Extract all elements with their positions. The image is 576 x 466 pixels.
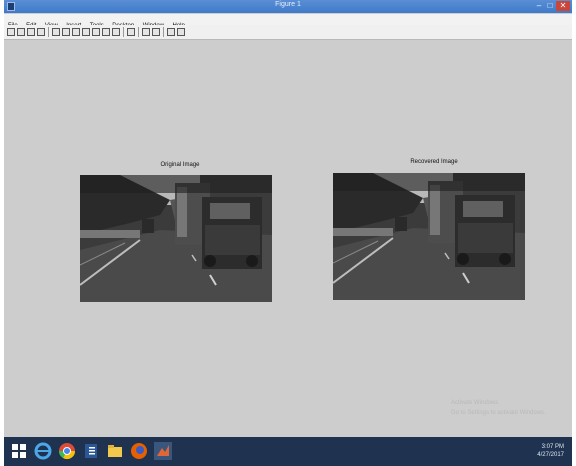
recovered-image <box>333 173 525 300</box>
show-plot-tools-icon[interactable] <box>177 28 185 36</box>
link-plot-icon[interactable] <box>127 28 135 36</box>
figure-window: Figure 1 – □ ✕ File Edit View Insert Too… <box>4 0 572 466</box>
menu-bar: File Edit View Insert Tools Desktop Wind… <box>4 14 572 29</box>
clock-time: 3:07 PM <box>541 444 564 450</box>
toolbar-separator <box>138 27 139 37</box>
activation-watermark-subtitle: Go to Settings to activate Windows. <box>451 410 546 416</box>
print-icon[interactable] <box>37 28 45 36</box>
toolbar-separator <box>48 27 49 37</box>
legend-icon[interactable] <box>152 28 160 36</box>
window-title: Figure 1 <box>275 1 301 8</box>
recovered-road-photo <box>333 173 525 300</box>
pan-icon[interactable] <box>82 28 90 36</box>
close-button[interactable]: ✕ <box>556 1 570 11</box>
original-road-photo <box>80 175 272 302</box>
clock-date: 4/27/2017 <box>537 452 564 458</box>
open-file-icon[interactable] <box>17 28 25 36</box>
minimize-button[interactable]: – <box>534 1 544 11</box>
chrome-icon[interactable] <box>58 442 76 460</box>
activation-watermark-title: Activate Windows <box>451 400 499 406</box>
new-figure-icon[interactable] <box>7 28 15 36</box>
system-clock[interactable]: 3:07 PM 4/27/2017 <box>537 443 564 459</box>
zoom-in-icon[interactable] <box>62 28 70 36</box>
edit-plot-icon[interactable] <box>52 28 60 36</box>
word-icon[interactable] <box>82 442 100 460</box>
recovered-image-title: Recovered Image <box>410 159 458 165</box>
hide-plot-tools-icon[interactable] <box>167 28 175 36</box>
brush-icon[interactable] <box>112 28 120 36</box>
file-explorer-icon[interactable] <box>106 442 124 460</box>
toolbar-separator <box>163 27 164 37</box>
title-bar[interactable]: Figure 1 – □ ✕ <box>4 0 572 13</box>
maximize-button[interactable]: □ <box>545 1 555 11</box>
toolbar-separator <box>123 27 124 37</box>
toolbar <box>4 25 572 40</box>
colorbar-icon[interactable] <box>142 28 150 36</box>
firefox-icon[interactable] <box>130 442 148 460</box>
taskbar: 3:07 PM 4/27/2017 <box>4 437 572 466</box>
rotate-icon[interactable] <box>92 28 100 36</box>
original-image <box>80 175 272 302</box>
internet-explorer-icon[interactable] <box>34 442 52 460</box>
matlab-icon[interactable] <box>154 442 172 460</box>
zoom-out-icon[interactable] <box>72 28 80 36</box>
original-image-title: Original Image <box>160 162 200 168</box>
windows-start-icon[interactable] <box>10 442 28 460</box>
save-icon[interactable] <box>27 28 35 36</box>
data-cursor-icon[interactable] <box>102 28 110 36</box>
